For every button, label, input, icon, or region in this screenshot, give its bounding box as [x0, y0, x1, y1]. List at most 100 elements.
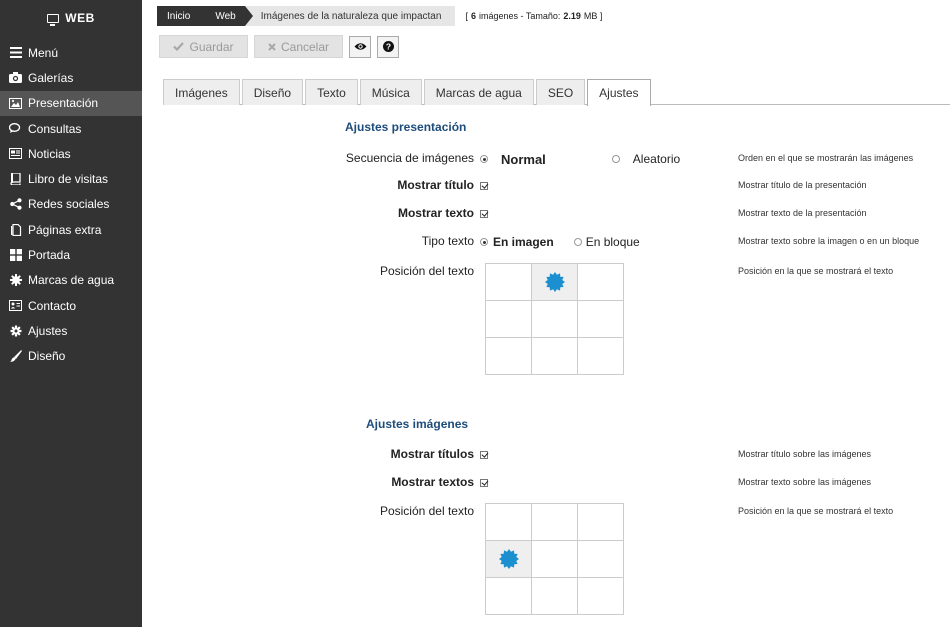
- show-text-hint: Mostrar texto de la presentación: [738, 208, 867, 218]
- sidebar-item-label: Redes sociales: [28, 197, 110, 212]
- sequence-normal-radio[interactable]: [480, 155, 488, 163]
- sidebar-item-libro-de-visitas[interactable]: Libro de visitas: [0, 166, 142, 191]
- position-cell[interactable]: [532, 504, 578, 541]
- position-cell[interactable]: [486, 264, 532, 301]
- sequence-hint: Orden en el que se mostrarán las imágene…: [738, 153, 914, 163]
- camera-icon: [9, 71, 22, 84]
- sidebar-item-presentacion[interactable]: Presentación: [0, 90, 142, 116]
- sidebar-item-label: Páginas extra: [28, 222, 102, 237]
- sidebar-item-noticias[interactable]: Noticias: [0, 141, 142, 166]
- tab-texto[interactable]: Texto: [305, 79, 358, 105]
- position-cell[interactable]: [532, 578, 578, 615]
- text-type-label: Tipo texto: [421, 234, 474, 248]
- sidebar-item-redes-sociales[interactable]: Redes sociales: [0, 192, 142, 217]
- sidebar-item-consultas[interactable]: Consultas: [0, 116, 142, 141]
- position-cell[interactable]: [486, 301, 532, 338]
- sidebar-item-label: Portada: [28, 248, 71, 263]
- sequence-options: Normal Aleatorio: [480, 149, 680, 169]
- sidebar-item-contacto[interactable]: Contacto: [0, 293, 142, 318]
- sidebar-item-label: Consultas: [28, 121, 82, 136]
- sidebar-item-label: Galerías: [28, 70, 74, 85]
- show-titles-label: Mostrar títulos: [390, 447, 474, 461]
- toolbar: Guardar Cancelar ?: [159, 35, 399, 58]
- position-cell[interactable]: [532, 264, 578, 301]
- book-icon: [9, 173, 22, 186]
- sidebar-item-paginas-extra[interactable]: Páginas extra: [0, 217, 142, 242]
- gallery-info: [ 6 imágenes - Tamaño: 2.19 MB ]: [465, 6, 602, 26]
- show-titles-checkbox[interactable]: [480, 451, 488, 459]
- position-cell[interactable]: [578, 301, 624, 338]
- position-cell[interactable]: [532, 301, 578, 338]
- row-mostrar-texto: Mostrar texto Mostrar texto de la presen…: [150, 204, 950, 224]
- show-title-label: Mostrar título: [397, 178, 474, 192]
- tab-ajustes[interactable]: Ajustes: [587, 79, 651, 106]
- tab-seo[interactable]: SEO: [535, 79, 586, 105]
- show-texts-control: [480, 473, 488, 493]
- image-text-position-hint: Posición en la que se mostrará el texto: [738, 506, 894, 516]
- show-texts-hint: Mostrar texto sobre las imágenes: [738, 477, 872, 487]
- row-secuencia: Secuencia de imágenes Normal Aleatorio O…: [150, 149, 950, 169]
- image-count: 6: [470, 11, 476, 21]
- show-title-hint: Mostrar título de la presentación: [738, 180, 867, 190]
- position-cell[interactable]: [532, 541, 578, 578]
- show-title-checkbox[interactable]: [480, 182, 488, 190]
- gear-icon: [9, 324, 22, 337]
- text-type-hint: Mostrar texto sobre la imagen o en un bl…: [738, 236, 920, 246]
- selected-position-icon: [498, 549, 519, 569]
- sidebar-item-portada[interactable]: Portada: [0, 242, 142, 267]
- sidebar-item-menu[interactable]: Menú: [0, 40, 142, 65]
- sidebar-item-diseno[interactable]: Diseño: [0, 344, 142, 369]
- cancel-label: Cancelar: [280, 39, 330, 54]
- sidebar-item-label: Libro de visitas: [28, 172, 109, 187]
- tab-bar: Imágenes Diseño Texto Música Marcas de a…: [163, 79, 950, 106]
- tab-marcas-de-agua[interactable]: Marcas de agua: [423, 79, 534, 105]
- brush-icon: [9, 350, 22, 363]
- show-titles-control: [480, 445, 488, 465]
- position-cell[interactable]: [578, 541, 624, 578]
- svg-text:?: ?: [385, 42, 390, 52]
- help-button[interactable]: ?: [377, 35, 399, 58]
- breadcrumb-inicio[interactable]: Inicio: [157, 6, 208, 26]
- sidebar-item-ajustes[interactable]: Ajustes: [0, 318, 142, 343]
- text-position-grid-imagenes: [485, 503, 624, 615]
- share-icon: [9, 198, 22, 211]
- position-cell[interactable]: [578, 264, 624, 301]
- check-icon: [173, 42, 185, 51]
- save-button[interactable]: Guardar: [159, 35, 248, 58]
- position-cell[interactable]: [486, 338, 532, 375]
- tab-musica[interactable]: Música: [359, 79, 422, 105]
- cancel-button[interactable]: Cancelar: [254, 35, 343, 58]
- text-type-imagen-label: En imagen: [493, 235, 554, 249]
- tab-imagenes[interactable]: Imágenes: [163, 79, 240, 105]
- show-text-control: [480, 204, 488, 224]
- position-cell[interactable]: [486, 541, 532, 578]
- show-texts-checkbox[interactable]: [480, 479, 488, 487]
- sequence-aleatorio-radio[interactable]: [611, 155, 620, 163]
- tab-diseno[interactable]: Diseño: [241, 79, 304, 105]
- show-title-control: [480, 176, 488, 196]
- position-cell[interactable]: [486, 578, 532, 615]
- preview-button[interactable]: [349, 35, 371, 58]
- position-cell[interactable]: [486, 504, 532, 541]
- position-cell[interactable]: [532, 338, 578, 375]
- menu-icon: [9, 46, 22, 59]
- sidebar-item-marcas-de-agua[interactable]: Marcas de agua: [0, 268, 142, 293]
- sidebar-item-label: Diseño: [28, 349, 66, 364]
- sidebar-item-label: Contacto: [28, 298, 77, 313]
- text-type-imagen-radio[interactable]: [480, 238, 488, 246]
- position-cell[interactable]: [578, 338, 624, 375]
- text-position-grid-presentacion: [485, 263, 624, 375]
- eye-icon: [354, 43, 366, 50]
- save-label: Guardar: [189, 39, 234, 54]
- sidebar-item-galerias[interactable]: Galerías: [0, 65, 142, 90]
- show-text-checkbox[interactable]: [480, 210, 488, 218]
- cog-icon: [9, 274, 22, 287]
- sidebar-item-label: Presentación: [28, 96, 99, 111]
- position-cell[interactable]: [578, 504, 624, 541]
- pages-icon: [9, 223, 22, 236]
- sidebar: WEB Menú Galerías Presentación Consultas: [0, 0, 142, 627]
- show-titles-hint: Mostrar título sobre las imágenes: [738, 449, 872, 459]
- show-text-label: Mostrar texto: [397, 206, 474, 220]
- position-cell[interactable]: [578, 578, 624, 615]
- text-type-bloque-radio[interactable]: [573, 238, 582, 246]
